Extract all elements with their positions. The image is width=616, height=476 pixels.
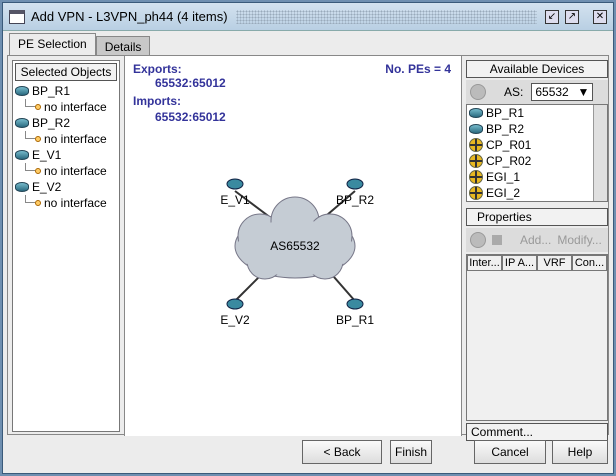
router-icon <box>469 108 483 118</box>
maximize-icon[interactable]: ↗ <box>565 9 579 24</box>
window-icon <box>9 9 25 24</box>
topology-diagram: AS65532 E_V1 BP_R2 E_V2 BP_R1 <box>220 178 374 327</box>
selected-objects-tree[interactable]: Selected Objects BP_R1 no interface BP_R2 n… <box>12 60 120 432</box>
tree-node[interactable]: E_V1 <box>13 147 119 163</box>
pe-node[interactable]: E_V1 <box>220 178 250 207</box>
comment-button[interactable]: Comment... <box>466 423 608 441</box>
properties-table-header: Inter... IP A... VRF Con... <box>466 254 608 271</box>
switch-icon <box>469 154 483 168</box>
remove-icon[interactable] <box>492 235 502 245</box>
tree-subnode[interactable]: no interface <box>13 163 119 179</box>
switch-icon <box>469 186 483 200</box>
switch-icon <box>469 170 483 184</box>
vpn-topology-view: Exports: 65532:65012 Imports: 65532:6501… <box>124 56 462 436</box>
minimize-icon[interactable]: ↙ <box>545 9 559 24</box>
pe-node-label: BP_R1 <box>336 313 374 327</box>
tree-node[interactable]: BP_R2 <box>13 115 119 131</box>
available-devices-header: Available Devices <box>466 60 608 78</box>
modify-button[interactable]: Modify... <box>557 233 601 247</box>
router-icon <box>15 86 29 96</box>
tree-subnode[interactable]: no interface <box>13 99 119 115</box>
cancel-button[interactable]: Cancel <box>474 440 546 464</box>
help-button[interactable]: Help <box>552 440 608 464</box>
pe-node-label: BP_R2 <box>336 193 374 207</box>
chevron-down-icon: ▼ <box>577 85 590 99</box>
back-button[interactable]: < Back <box>302 440 382 464</box>
back-arrow-icon[interactable] <box>470 84 486 100</box>
device-item[interactable]: EGI_2 <box>467 185 607 201</box>
close-icon[interactable]: ✕ <box>593 9 607 24</box>
pe-selection-panel: Selected Objects BP_R1 no interface BP_R2 n… <box>7 55 609 441</box>
pe-node-label: E_V2 <box>220 313 250 327</box>
router-icon <box>15 118 29 128</box>
interface-icon <box>35 136 41 142</box>
tab-details[interactable]: Details <box>95 36 151 57</box>
device-item[interactable]: CP_R01 <box>467 137 607 153</box>
interface-icon <box>35 200 41 206</box>
add-button[interactable]: Add... <box>520 233 551 247</box>
column-header[interactable]: VRF <box>537 255 572 271</box>
device-item[interactable]: BP_R2 <box>467 121 607 137</box>
properties-table[interactable] <box>466 271 608 421</box>
device-item[interactable]: CP_R02 <box>467 153 607 169</box>
device-item[interactable]: BP_R1 <box>467 105 607 121</box>
pe-node[interactable]: BP_R1 <box>336 298 374 327</box>
switch-icon <box>469 138 483 152</box>
available-devices-list[interactable]: BP_R1 BP_R2 CP_R01 CP_R02 EGI_1 EGI_2 <box>466 104 608 202</box>
interface-icon <box>35 168 41 174</box>
router-icon <box>15 150 29 160</box>
scrollbar[interactable] <box>593 105 607 201</box>
finish-button[interactable]: Finish <box>390 440 432 464</box>
cloud-label: AS65532 <box>270 239 320 253</box>
interface-icon <box>35 104 41 110</box>
tab-pe-selection[interactable]: PE Selection <box>9 33 96 57</box>
pe-node-label: E_V1 <box>220 193 250 207</box>
as-select[interactable]: 65532 ▼ <box>531 83 594 101</box>
as-label: AS: <box>504 85 524 99</box>
title-bar: Add VPN - L3VPN_ph44 (4 items) ↙ ↗ ✕ <box>3 3 613 31</box>
tree-node[interactable]: E_V2 <box>13 179 119 195</box>
pe-node[interactable]: E_V2 <box>220 298 250 327</box>
router-icon <box>469 124 483 134</box>
cloud-as[interactable] <box>234 196 356 280</box>
column-header[interactable]: IP A... <box>502 255 537 271</box>
device-item[interactable]: EGI_1 <box>467 169 607 185</box>
window-title: Add VPN - L3VPN_ph44 (4 items) <box>31 9 228 24</box>
tree-subnode[interactable]: no interface <box>13 195 119 211</box>
back-arrow-icon[interactable] <box>470 232 486 248</box>
router-icon <box>15 182 29 192</box>
selected-objects-header: Selected Objects <box>15 63 117 81</box>
right-panel: Available Devices AS: 65532 ▼ BP_R1 BP_R2 C… <box>466 60 608 441</box>
tree-subnode[interactable]: no interface <box>13 131 119 147</box>
column-header[interactable]: Con... <box>572 255 607 271</box>
add-vpn-window: Add VPN - L3VPN_ph44 (4 items) ↙ ↗ ✕ PE … <box>2 2 614 474</box>
column-header[interactable]: Inter... <box>467 255 502 271</box>
properties-header: Properties <box>466 208 608 226</box>
pe-node[interactable]: BP_R2 <box>336 178 374 207</box>
tree-node[interactable]: BP_R1 <box>13 83 119 99</box>
